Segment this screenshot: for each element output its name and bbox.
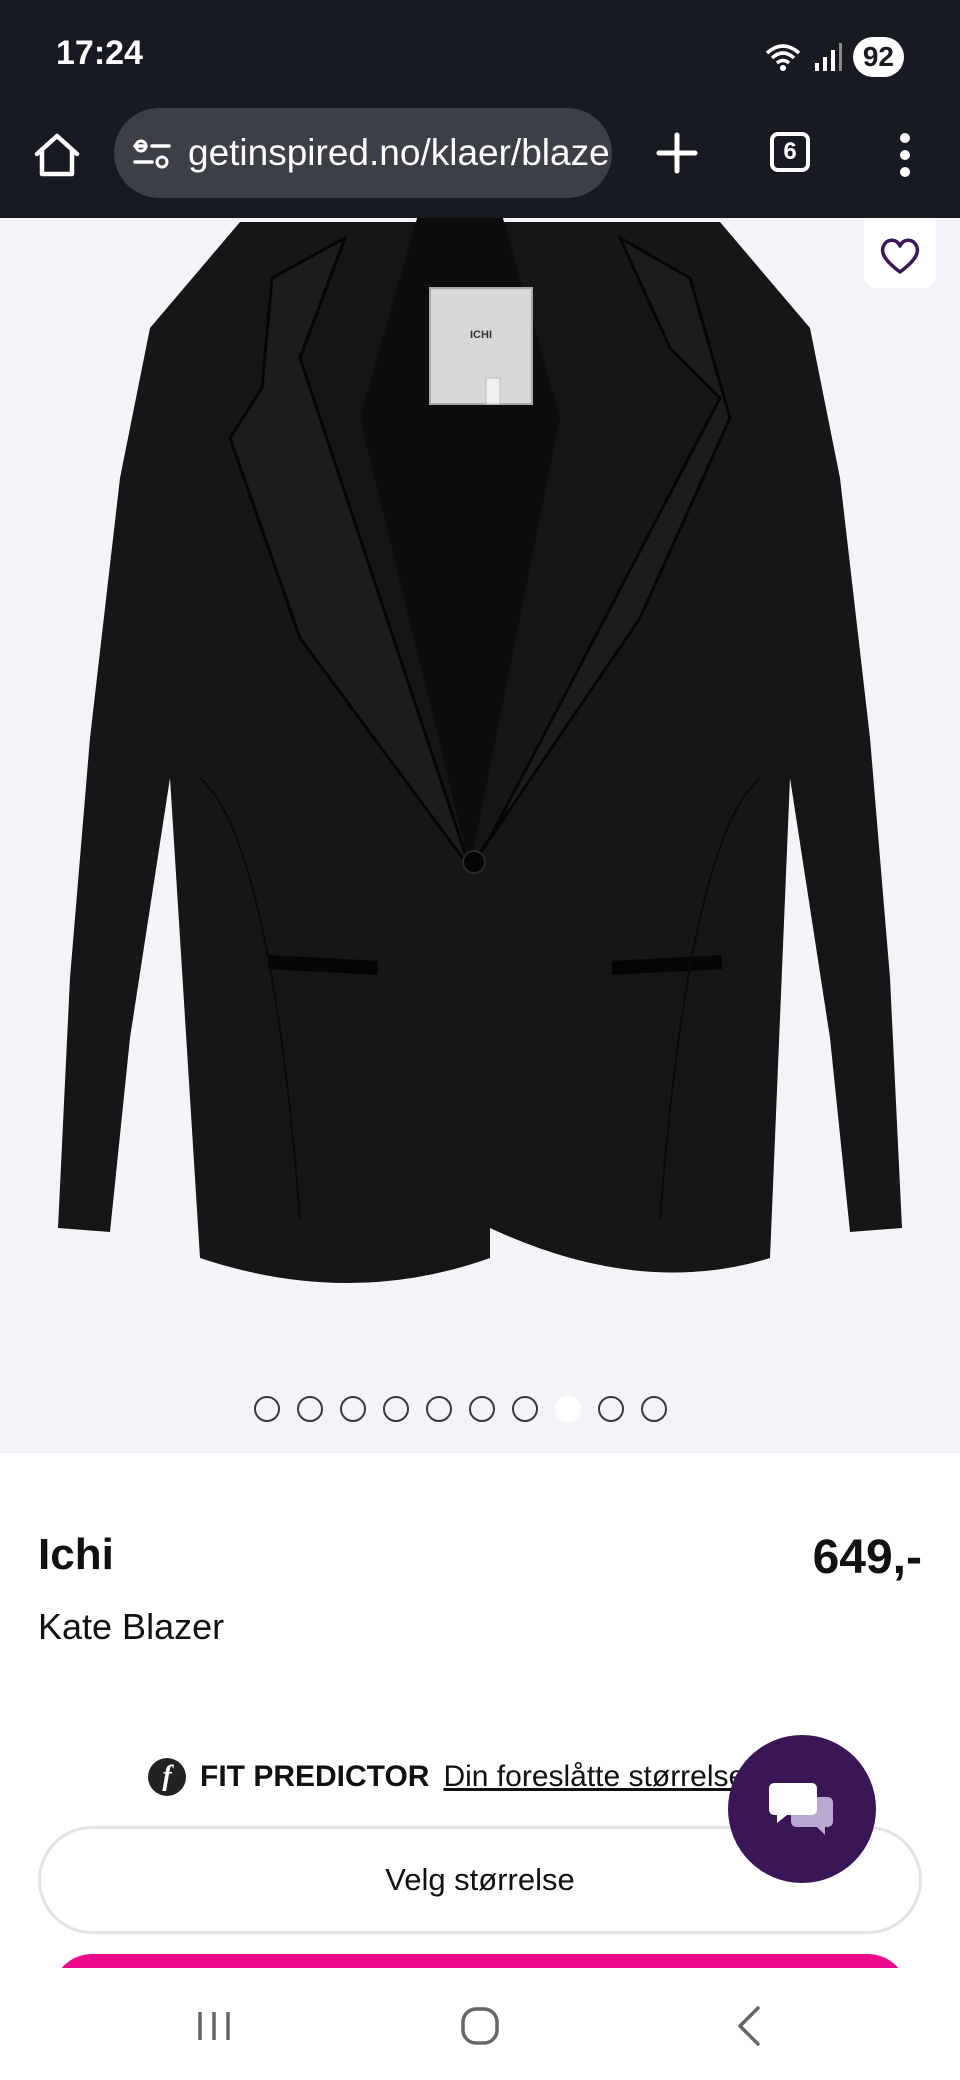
url-bar[interactable]: getinspired.no/klaer/blazer [114, 108, 612, 198]
gallery-dot[interactable] [297, 1396, 323, 1422]
url-text: getinspired.no/klaer/blazer [188, 132, 612, 173]
tag-text: ICHI [470, 329, 492, 341]
fit-predictor-label: FIT PREDICTOR [200, 1760, 430, 1793]
product-name: Kate Blazer [38, 1606, 225, 1647]
home-icon[interactable] [30, 128, 84, 182]
battery-indicator: 92 [852, 37, 904, 77]
product-brand[interactable]: Ichi [38, 1530, 114, 1580]
more-vert-icon[interactable] [890, 128, 920, 182]
browser-chrome: 17:24 92 getinspired.no/klaer/blazer 6 [0, 0, 960, 218]
home-circle-icon[interactable] [456, 2002, 504, 2050]
gallery-dot[interactable] [512, 1396, 538, 1422]
wifi-icon [765, 44, 800, 71]
gallery-dot[interactable] [254, 1396, 280, 1422]
product-price: 649,- [812, 1531, 922, 1584]
status-time: 17:24 [56, 34, 143, 72]
gallery-dot[interactable] [641, 1396, 667, 1422]
suggested-size-link[interactable]: Din foreslåtte størrelse [443, 1760, 745, 1794]
back-icon[interactable] [726, 2002, 774, 2050]
signal-icon [814, 43, 842, 71]
gallery-dot[interactable] [469, 1396, 495, 1422]
system-nav-bar [0, 1968, 960, 2080]
heart-icon [880, 238, 920, 274]
chat-button[interactable] [728, 1735, 876, 1883]
product-image: ICHI [58, 218, 902, 1283]
chat-icon [769, 1783, 833, 1835]
gallery-dot[interactable] [555, 1396, 581, 1422]
tabs-icon[interactable]: 6 [770, 132, 810, 172]
gallery-dot[interactable] [426, 1396, 452, 1422]
fit-predictor-logo-icon: f [148, 1758, 186, 1796]
favorite-button[interactable] [864, 218, 936, 288]
gallery-pagination [254, 1396, 667, 1422]
gallery-dot[interactable] [340, 1396, 366, 1422]
product-gallery[interactable]: ICHI [0, 218, 960, 1453]
fit-predictor: f FIT PREDICTOR Din foreslåtte størrelse [148, 1758, 745, 1796]
gallery-dot[interactable] [598, 1396, 624, 1422]
site-settings-icon[interactable] [132, 134, 172, 174]
gallery-dot[interactable] [383, 1396, 409, 1422]
plus-icon[interactable] [650, 126, 704, 180]
recent-apps-icon[interactable] [190, 2002, 238, 2050]
status-icons: 92 [763, 36, 904, 78]
